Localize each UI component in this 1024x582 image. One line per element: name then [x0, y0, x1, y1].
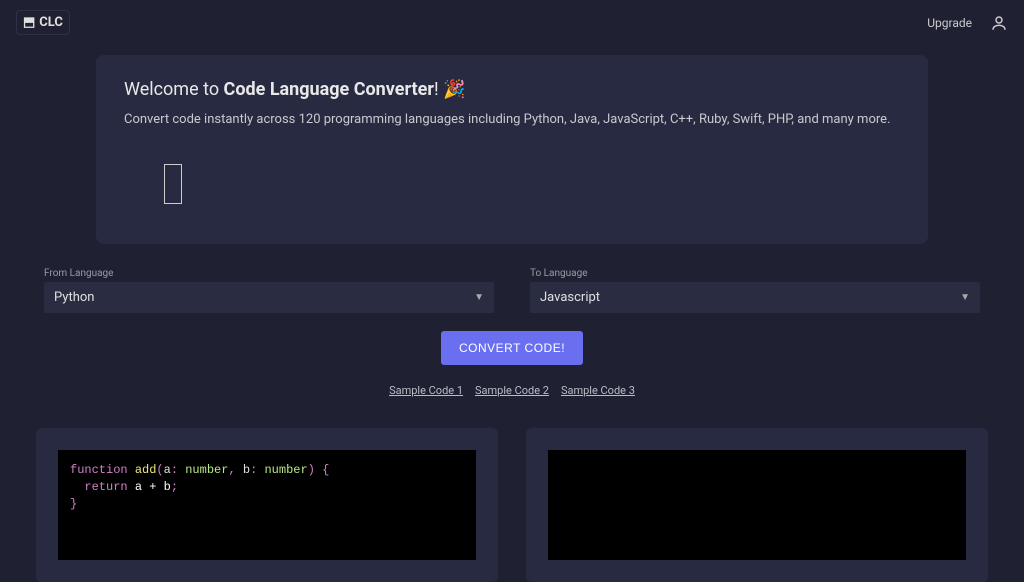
code-token: number — [264, 463, 307, 477]
welcome-description: Convert code instantly across 120 progra… — [124, 110, 900, 130]
from-language-select[interactable]: Python ▼ — [44, 282, 494, 313]
logo-text: CLC — [39, 15, 63, 30]
code-token: a + b — [128, 480, 171, 494]
code-token: add — [135, 463, 157, 477]
from-language-label: From Language — [44, 268, 494, 279]
to-language-value: Javascript — [540, 290, 600, 305]
page-title: Welcome to Code Language Converter! 🎉 — [124, 79, 900, 100]
chevron-down-icon: ▼ — [474, 292, 484, 303]
code-token: function — [70, 463, 128, 477]
sample-code-2-link[interactable]: Sample Code 2 — [475, 384, 549, 397]
samples-row: Sample Code 1 Sample Code 2 Sample Code … — [36, 379, 988, 398]
input-code-card: function add(a: number, b: number) { ret… — [36, 428, 498, 582]
to-language-select[interactable]: Javascript ▼ — [530, 282, 980, 313]
welcome-card: Welcome to Code Language Converter! 🎉 Co… — [96, 55, 928, 244]
chevron-down-icon: ▼ — [960, 292, 970, 303]
welcome-prefix: Welcome to — [124, 79, 224, 100]
logo-icon: ⬒ — [23, 15, 35, 30]
code-token: number — [185, 463, 228, 477]
code-token: a — [164, 463, 171, 477]
code-token: b — [243, 463, 250, 477]
code-token: : — [250, 463, 264, 477]
to-language-label: To Language — [530, 268, 980, 279]
welcome-suffix: ! 🎉 — [434, 79, 466, 100]
feature-icon — [164, 164, 182, 204]
output-code-editor[interactable] — [548, 450, 966, 560]
code-token: return — [84, 480, 127, 494]
code-token: ( — [156, 463, 163, 477]
upgrade-link[interactable]: Upgrade — [927, 16, 972, 30]
code-token: ) { — [308, 463, 330, 477]
sample-code-1-link[interactable]: Sample Code 1 — [389, 384, 463, 397]
person-icon[interactable] — [990, 14, 1008, 32]
code-token: , — [228, 463, 242, 477]
output-code-card — [526, 428, 988, 582]
input-code-editor[interactable]: function add(a: number, b: number) { ret… — [58, 450, 476, 560]
logo[interactable]: ⬒ CLC — [16, 10, 70, 35]
welcome-bold: Code Language Converter — [224, 79, 434, 100]
code-token: ; — [171, 480, 178, 494]
code-token: } — [70, 497, 77, 511]
from-language-value: Python — [54, 290, 94, 305]
convert-button[interactable]: CONVERT CODE! — [441, 331, 583, 365]
sample-code-3-link[interactable]: Sample Code 3 — [561, 384, 635, 397]
code-token: : — [171, 463, 185, 477]
